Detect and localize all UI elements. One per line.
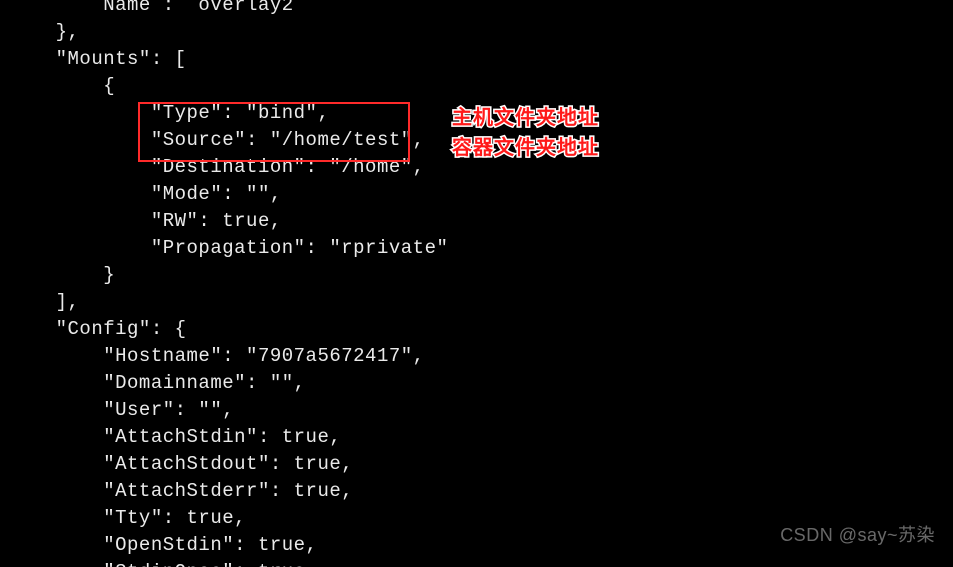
code-line: "RW": true,: [8, 210, 282, 232]
code-line: "Mounts": [: [8, 48, 187, 70]
code-line: "Type": "bind",: [8, 102, 329, 124]
code-line: "Tty": true,: [8, 507, 246, 529]
annotation-container-folder: 容器文件夹地址: [452, 131, 599, 160]
code-line: "Propagation": "rprivate": [8, 237, 448, 259]
code-line: "Domainname": "",: [8, 372, 306, 394]
code-line: {: [8, 75, 115, 97]
watermark: CSDN @say~苏染: [780, 521, 935, 547]
code-line: "Config": {: [8, 318, 187, 340]
json-output: Name : overlay2 }, "Mounts": [ { "Type":…: [8, 0, 948, 567]
code-line: ],: [8, 291, 79, 313]
code-line: Name : overlay2: [8, 0, 294, 16]
code-line: "Source": "/home/test",: [8, 129, 425, 151]
code-line: "Destination": "/home",: [8, 156, 425, 178]
code-line: "StdinOnce": true,: [8, 561, 317, 567]
code-line: "OpenStdin": true,: [8, 534, 317, 556]
code-line: "User": "",: [8, 399, 234, 421]
code-line: "AttachStdin": true,: [8, 426, 341, 448]
code-line: },: [8, 21, 79, 43]
code-line: "AttachStdout": true,: [8, 453, 353, 475]
code-line: "AttachStderr": true,: [8, 480, 353, 502]
annotation-host-folder: 主机文件夹地址: [452, 101, 599, 130]
code-line: }: [8, 264, 115, 286]
code-line: "Mode": "",: [8, 183, 282, 205]
code-line: "Hostname": "7907a5672417",: [8, 345, 425, 367]
